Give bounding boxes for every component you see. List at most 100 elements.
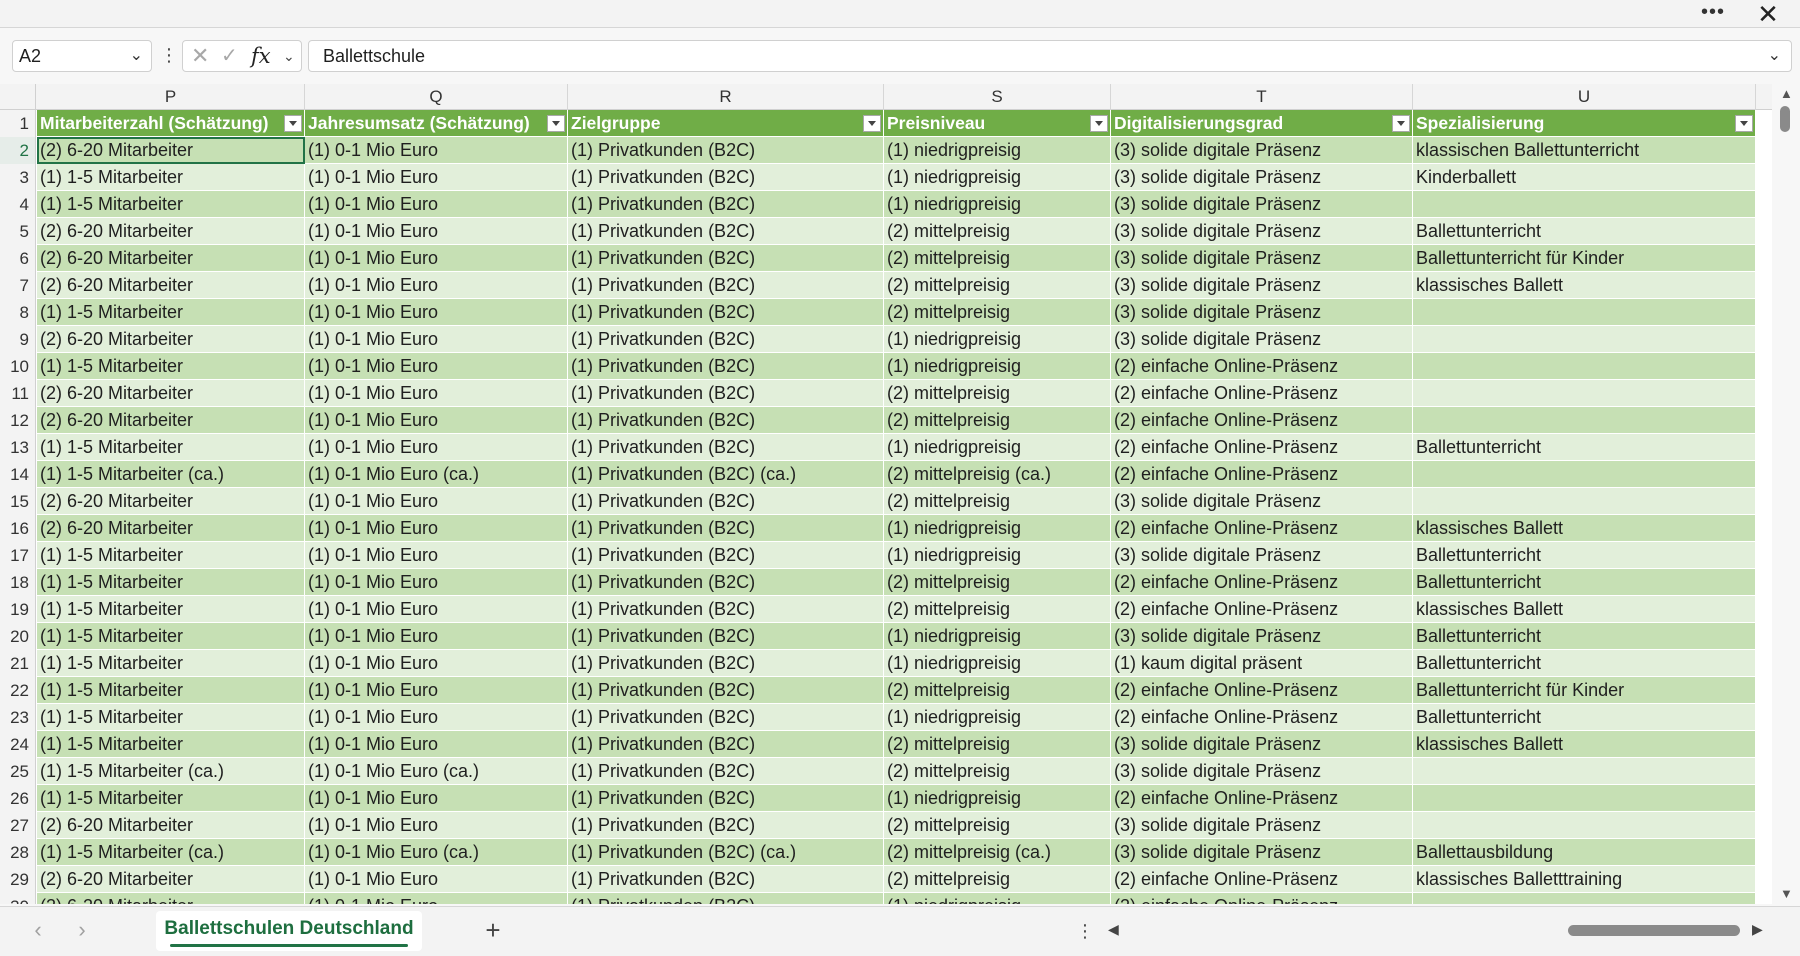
row-number[interactable]: 12 [0,407,36,434]
table-cell[interactable]: (2) mittelpreisig [884,677,1111,704]
table-cell[interactable]: (3) solide digitale Präsenz [1111,137,1413,164]
table-cell[interactable]: (2) 6-20 Mitarbeiter [37,380,305,407]
table-cell[interactable]: (2) mittelpreisig [884,758,1111,785]
table-cell[interactable]: (1) 1-5 Mitarbeiter [37,434,305,461]
column-header-s[interactable]: S [884,84,1111,110]
table-cell[interactable]: Ballettunterricht [1413,542,1756,569]
table-cell[interactable]: (2) mittelpreisig [884,380,1111,407]
table-cell[interactable]: (1) 1-5 Mitarbeiter [37,623,305,650]
table-cell[interactable]: (2) mittelpreisig [884,407,1111,434]
row-number[interactable]: 6 [0,245,36,272]
table-cell[interactable]: (1) 0-1 Mio Euro (ca.) [305,461,568,488]
row-number[interactable]: 1 [0,110,36,137]
table-cell[interactable]: (2) einfache Online-Präsenz [1111,380,1413,407]
table-cell[interactable]: (1) niedrigpreisig [884,353,1111,380]
table-cell[interactable]: (1) 1-5 Mitarbeiter [37,542,305,569]
table-cell[interactable]: (1) Privatkunden (B2C) [568,245,884,272]
row-number[interactable]: 15 [0,488,36,515]
row-number[interactable]: 2 [0,137,36,164]
row-number[interactable]: 16 [0,515,36,542]
row-number[interactable]: 23 [0,704,36,731]
table-cell[interactable]: (2) mittelpreisig [884,866,1111,893]
table-cell[interactable]: (1) Privatkunden (B2C) [568,137,884,164]
table-cell[interactable]: (2) mittelpreisig (ca.) [884,839,1111,866]
table-cell[interactable]: (2) einfache Online-Präsenz [1111,353,1413,380]
table-cell[interactable]: (1) 0-1 Mio Euro (ca.) [305,839,568,866]
table-cell[interactable]: (2) 6-20 Mitarbeiter [37,812,305,839]
row-number[interactable]: 20 [0,623,36,650]
table-cell[interactable]: (1) Privatkunden (B2C) [568,785,884,812]
scroll-down-icon[interactable]: ▼ [1780,886,1793,901]
table-cell[interactable] [1413,299,1756,326]
table-cell[interactable]: (2) mittelpreisig [884,245,1111,272]
table-cell[interactable]: (1) 0-1 Mio Euro [305,272,568,299]
table-cell[interactable]: (2) einfache Online-Präsenz [1111,434,1413,461]
table-cell[interactable]: Ballettunterricht [1413,569,1756,596]
table-cell[interactable]: (1) Privatkunden (B2C) [568,488,884,515]
table-cell[interactable]: (2) mittelpreisig [884,218,1111,245]
table-cell[interactable]: (1) niedrigpreisig [884,137,1111,164]
table-cell[interactable]: (2) 6-20 Mitarbeiter [37,245,305,272]
table-cell[interactable] [1413,353,1756,380]
table-header-cell[interactable]: Preisniveau [884,110,1111,137]
table-cell[interactable]: (2) einfache Online-Präsenz [1111,569,1413,596]
table-cell[interactable]: (1) 1-5 Mitarbeiter [37,785,305,812]
table-cell[interactable]: (1) 1-5 Mitarbeiter [37,596,305,623]
table-cell[interactable]: Ballettunterricht für Kinder [1413,245,1756,272]
row-number[interactable]: 26 [0,785,36,812]
table-cell[interactable]: (1) 0-1 Mio Euro [305,569,568,596]
table-cell[interactable]: (2) 6-20 Mitarbeiter [37,326,305,353]
table-cell[interactable]: (3) solide digitale Präsenz [1111,542,1413,569]
table-cell[interactable]: (1) 1-5 Mitarbeiter [37,677,305,704]
table-cell[interactable]: (1) 0-1 Mio Euro [305,164,568,191]
table-cell[interactable] [1413,326,1756,353]
table-cell[interactable]: (1) 1-5 Mitarbeiter (ca.) [37,758,305,785]
table-cell[interactable]: (2) einfache Online-Präsenz [1111,596,1413,623]
name-box[interactable]: A2 ⌄ [12,40,152,72]
table-cell[interactable]: (1) Privatkunden (B2C) (ca.) [568,461,884,488]
table-cell[interactable]: (1) 1-5 Mitarbeiter [37,569,305,596]
column-header-p[interactable]: P [37,84,305,110]
sheet-options-icon[interactable]: ⋮ [1076,919,1094,945]
table-cell[interactable]: (1) Privatkunden (B2C) [568,704,884,731]
table-cell[interactable]: (3) solide digitale Präsenz [1111,245,1413,272]
table-cell[interactable]: (3) solide digitale Präsenz [1111,191,1413,218]
add-sheet-button[interactable]: + [478,915,508,947]
table-cell[interactable]: (2) mittelpreisig [884,569,1111,596]
table-cell[interactable]: (1) 0-1 Mio Euro [305,866,568,893]
table-cell[interactable]: (2) einfache Online-Präsenz [1111,515,1413,542]
table-cell[interactable]: (1) 0-1 Mio Euro (ca.) [305,758,568,785]
table-cell[interactable]: (1) 0-1 Mio Euro [305,596,568,623]
table-cell[interactable] [1413,191,1756,218]
table-cell[interactable] [1413,893,1756,904]
table-cell[interactable]: Ballettunterricht für Kinder [1413,677,1756,704]
table-cell[interactable]: (1) 0-1 Mio Euro [305,191,568,218]
row-number[interactable]: 24 [0,731,36,758]
table-cell[interactable] [1413,488,1756,515]
table-cell[interactable]: (1) 0-1 Mio Euro [305,434,568,461]
table-cell[interactable]: (1) niedrigpreisig [884,515,1111,542]
table-cell[interactable]: (1) 0-1 Mio Euro [305,812,568,839]
table-cell[interactable]: (2) 6-20 Mitarbeiter [37,137,305,164]
table-cell[interactable]: (1) niedrigpreisig [884,704,1111,731]
table-cell[interactable]: (1) 0-1 Mio Euro [305,299,568,326]
scroll-left-icon[interactable]: ◀ [1108,921,1119,938]
table-cell[interactable]: (1) 1-5 Mitarbeiter [37,164,305,191]
table-cell[interactable]: (2) 6-20 Mitarbeiter [37,515,305,542]
table-cell[interactable]: (1) 0-1 Mio Euro [305,137,568,164]
row-number[interactable]: 29 [0,866,36,893]
column-header-r[interactable]: R [568,84,884,110]
filter-dropdown-icon[interactable] [547,115,565,132]
table-header-cell[interactable]: Zielgruppe [568,110,884,137]
table-cell[interactable]: (1) Privatkunden (B2C) [568,758,884,785]
table-cell[interactable]: (1) 1-5 Mitarbeiter [37,353,305,380]
filter-dropdown-icon[interactable] [1392,115,1410,132]
row-number[interactable]: 17 [0,542,36,569]
table-cell[interactable]: (1) Privatkunden (B2C) [568,407,884,434]
row-number[interactable]: 21 [0,650,36,677]
row-number[interactable]: 27 [0,812,36,839]
table-cell[interactable]: (1) 0-1 Mio Euro [305,704,568,731]
row-number[interactable]: 25 [0,758,36,785]
insert-function-icon[interactable]: fx [251,41,271,71]
table-cell[interactable]: Ballettunterricht [1413,650,1756,677]
